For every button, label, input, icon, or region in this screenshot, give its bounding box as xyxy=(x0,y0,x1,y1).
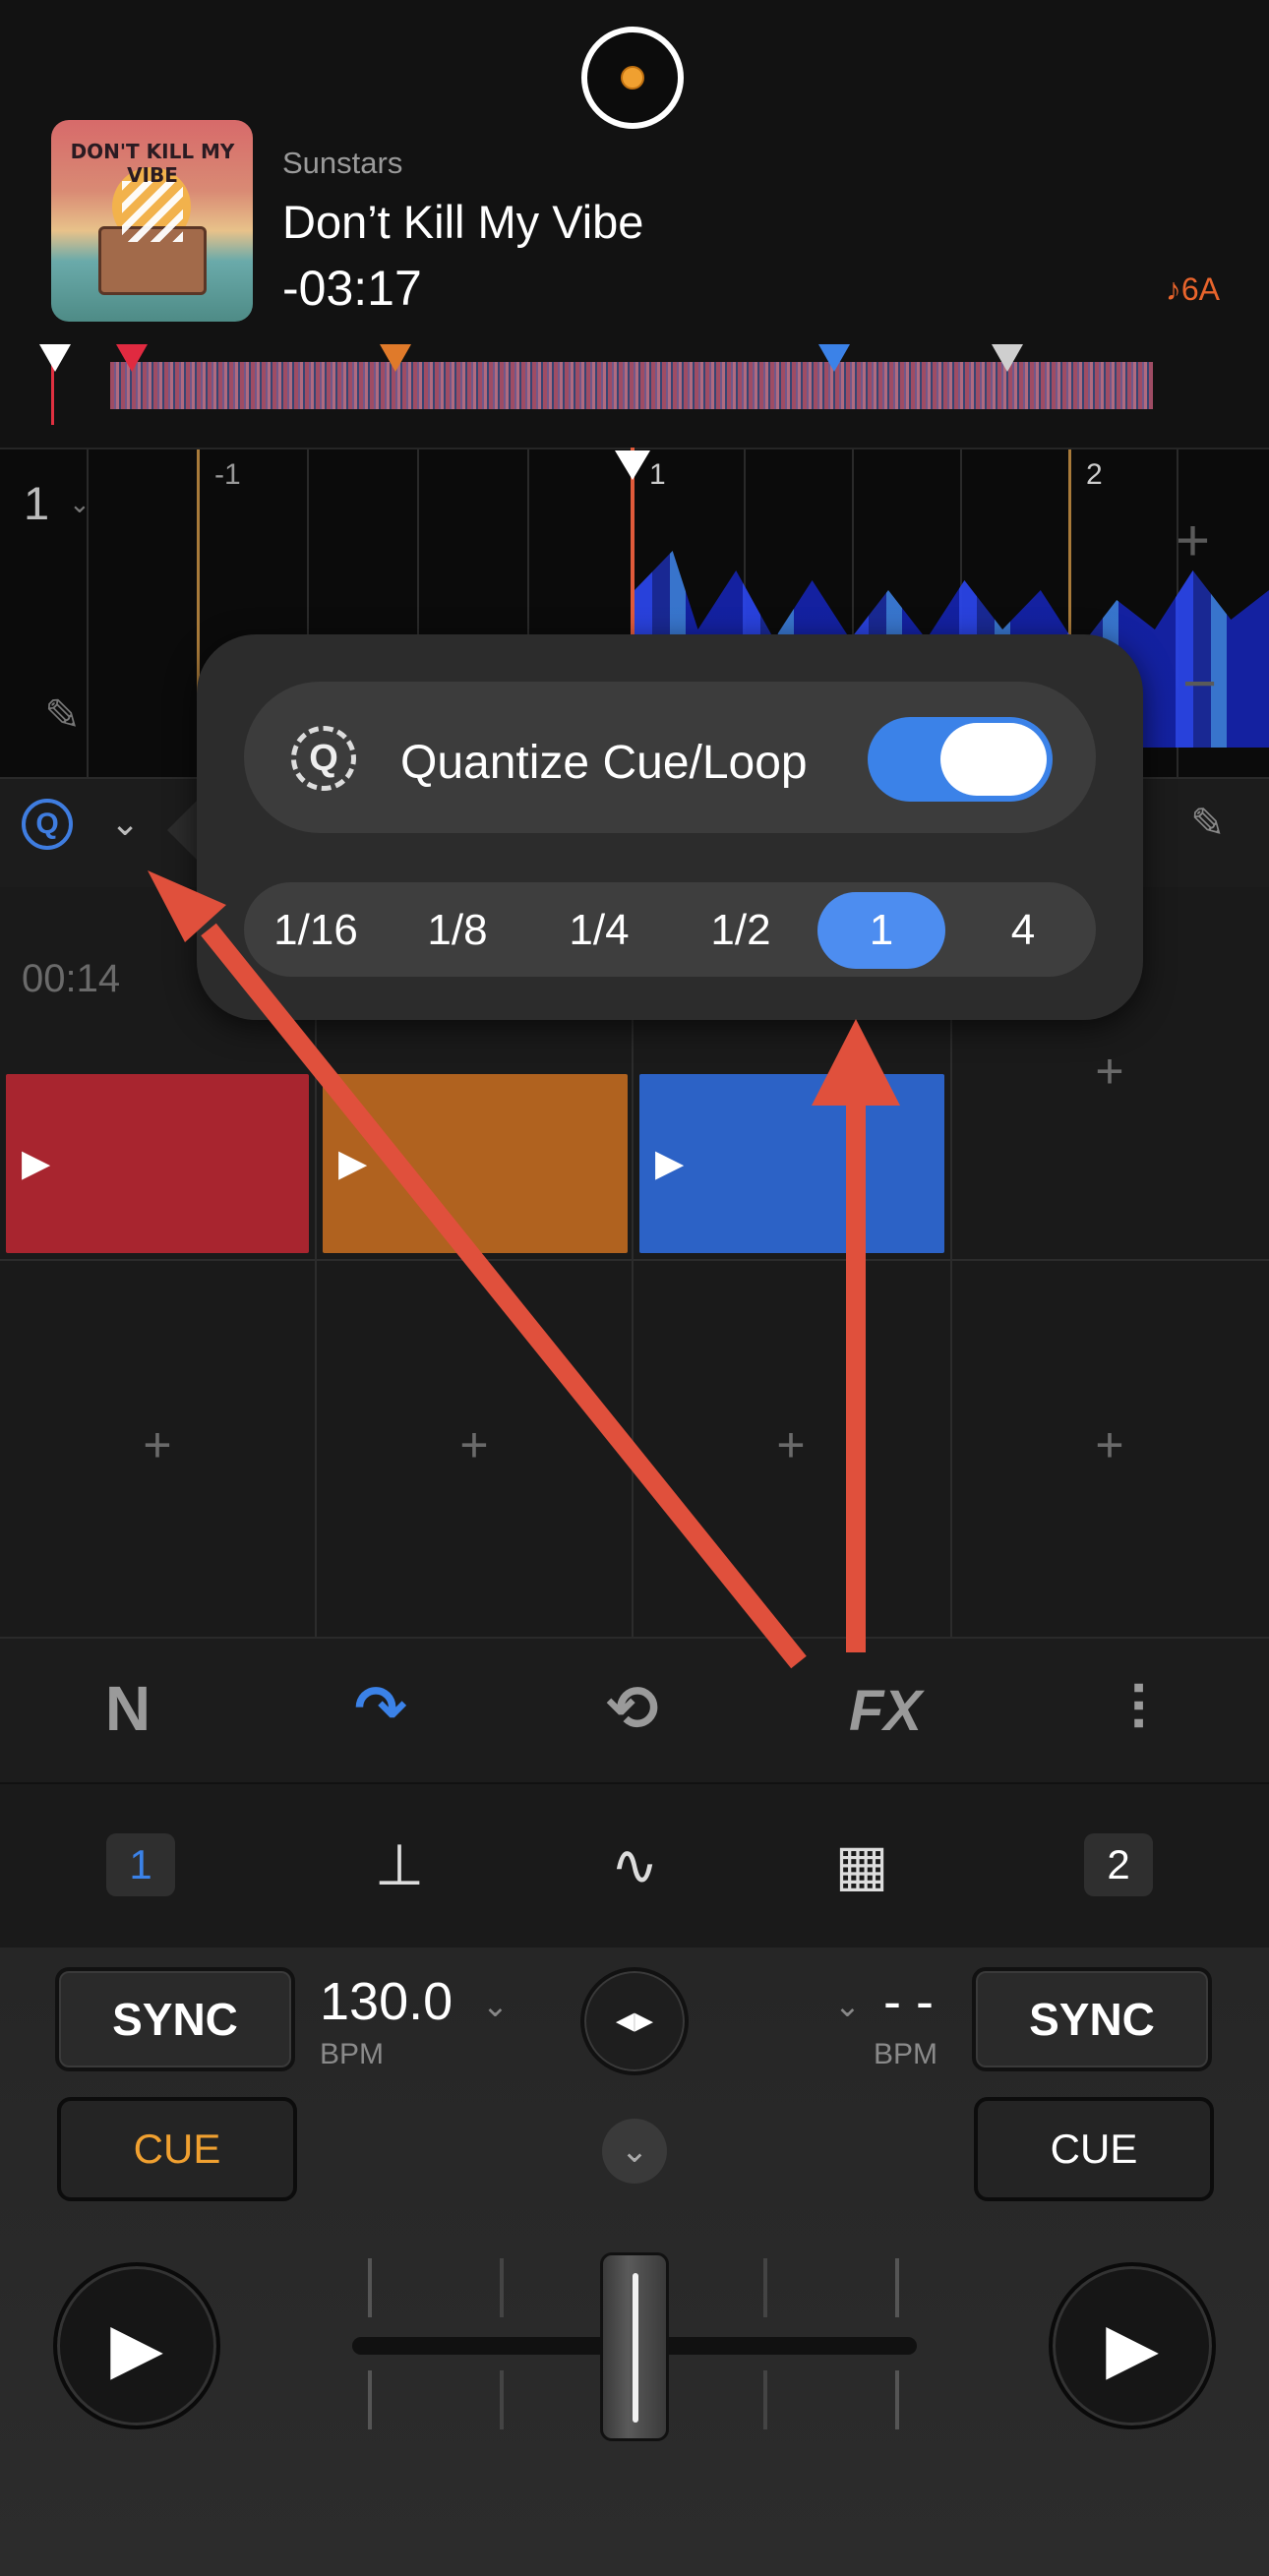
popover-pointer xyxy=(167,797,201,864)
beat-label: -1 xyxy=(214,458,241,491)
quantize-icon: Q xyxy=(291,726,356,791)
sync-button-right[interactable]: SYNC xyxy=(972,1967,1212,2071)
key-label: ♪6A xyxy=(1165,271,1220,307)
artwork-stripes xyxy=(122,181,183,242)
bpm-left-value[interactable]: 130.0 xyxy=(320,1971,453,2032)
playhead-triangle-icon xyxy=(615,450,650,480)
collapse-chevron-icon[interactable]: ⌄ xyxy=(602,2119,667,2184)
deck-selector-number[interactable]: 1 xyxy=(24,476,49,530)
chevron-down-icon[interactable]: ⌄ xyxy=(69,489,91,519)
album-artwork[interactable]: DON'T KILL MY VIBE xyxy=(51,120,253,322)
beat-label: 2 xyxy=(1086,458,1103,491)
beat-label: 1 xyxy=(649,458,666,491)
fader-tick xyxy=(500,2370,504,2429)
vinyl-dot xyxy=(621,66,644,90)
zoom-out-button[interactable]: − xyxy=(1182,649,1217,717)
eq-sliders-icon[interactable]: ⫶ xyxy=(1094,1672,1182,1746)
artwork-title: DON'T KILL MY VIBE xyxy=(70,140,235,187)
pencil-icon[interactable]: ✎ xyxy=(1190,799,1225,847)
deck-2-button[interactable]: 2 xyxy=(1084,1833,1153,1896)
quantize-option-1[interactable]: 1 xyxy=(817,892,945,969)
vinyl-mode-button[interactable] xyxy=(581,27,684,129)
chevron-down-icon[interactable]: ⌄ xyxy=(834,1987,861,2024)
loop-icon[interactable]: ⟲ xyxy=(588,1672,677,1746)
cue-button-right[interactable]: CUE xyxy=(974,2097,1214,2201)
track-title: Don’t Kill My Vibe xyxy=(282,196,644,248)
add-cue-button[interactable]: + xyxy=(1080,1416,1139,1473)
hot-cue-pad-1[interactable]: ▶ xyxy=(6,1074,309,1253)
quantize-label: Quantize Cue/Loop xyxy=(400,737,808,789)
cue-marker-blue xyxy=(818,344,850,372)
sync-button-left[interactable]: SYNC xyxy=(55,1967,295,2071)
fx-icon[interactable]: FX xyxy=(841,1678,930,1744)
hot-cue-pad-3[interactable]: ▶ xyxy=(639,1074,944,1253)
fader-tick xyxy=(368,2370,372,2429)
cue-button-left[interactable]: CUE xyxy=(57,2097,297,2201)
pad-time-label: 00:14 xyxy=(22,957,121,1000)
play-icon: ▶ xyxy=(338,1143,368,1184)
chevron-down-icon[interactable]: ⌄ xyxy=(110,803,140,844)
fader-tick xyxy=(368,2258,372,2317)
play-icon: ▶ xyxy=(655,1143,685,1184)
mixer-view-icon[interactable]: ⊥ xyxy=(360,1831,439,1898)
cue-marker-grey xyxy=(992,344,1023,372)
quantize-option-4[interactable]: 4 xyxy=(959,892,1087,969)
cue-marker-white xyxy=(39,344,71,372)
cue-marker-orange xyxy=(380,344,411,372)
pads-view-icon[interactable]: ▦ xyxy=(822,1831,901,1898)
add-cue-button[interactable]: + xyxy=(761,1416,820,1473)
deck-1-button[interactable]: 1 xyxy=(106,1833,175,1896)
chevron-down-icon[interactable]: ⌄ xyxy=(482,1987,509,2024)
add-cue-button[interactable]: + xyxy=(445,1416,504,1473)
quantize-icon[interactable]: Q xyxy=(22,799,73,850)
pencil-icon[interactable]: ✎ xyxy=(44,690,81,741)
quantize-option-1-2[interactable]: 1/2 xyxy=(677,892,805,969)
add-cue-button[interactable]: + xyxy=(1080,1043,1139,1100)
fader-tick xyxy=(763,2258,767,2317)
hot-cue-pad-2[interactable]: ▶ xyxy=(323,1074,628,1253)
quantize-option-1-4[interactable]: 1/4 xyxy=(535,892,663,969)
quantize-option-1-16[interactable]: 1/16 xyxy=(252,892,380,969)
waveform-view-icon[interactable]: ∿ xyxy=(595,1831,674,1898)
track-overview-waveform[interactable] xyxy=(39,344,1192,425)
bpm-right-label: BPM xyxy=(874,2038,938,2070)
toggle-knob xyxy=(940,723,1047,796)
play-button-left[interactable]: ▶ xyxy=(53,2262,220,2429)
time-remaining: -03:17 xyxy=(282,261,422,316)
quantize-toggle-switch[interactable] xyxy=(868,717,1053,802)
bpm-right-value[interactable]: - - xyxy=(883,1971,934,2032)
neural-mix-icon[interactable]: N xyxy=(84,1672,172,1745)
cue-marker-red xyxy=(116,344,148,372)
add-cue-button[interactable]: + xyxy=(128,1416,187,1473)
artist-name: Sunstars xyxy=(282,146,403,180)
bpm-left-label: BPM xyxy=(320,2038,385,2070)
quantize-option-1-8[interactable]: 1/8 xyxy=(393,892,521,969)
fader-tick xyxy=(763,2370,767,2429)
fader-tick xyxy=(895,2370,899,2429)
automix-icon[interactable]: ↷ xyxy=(336,1672,425,1746)
tempo-sync-center-button[interactable]: ◂▸ xyxy=(580,1967,689,2075)
crossfader-handle[interactable] xyxy=(600,2252,669,2441)
play-icon: ▶ xyxy=(22,1143,51,1184)
fader-tick xyxy=(500,2258,504,2317)
fader-tick xyxy=(895,2258,899,2317)
play-button-right[interactable]: ▶ xyxy=(1049,2262,1216,2429)
zoom-in-button[interactable]: + xyxy=(1176,507,1210,574)
